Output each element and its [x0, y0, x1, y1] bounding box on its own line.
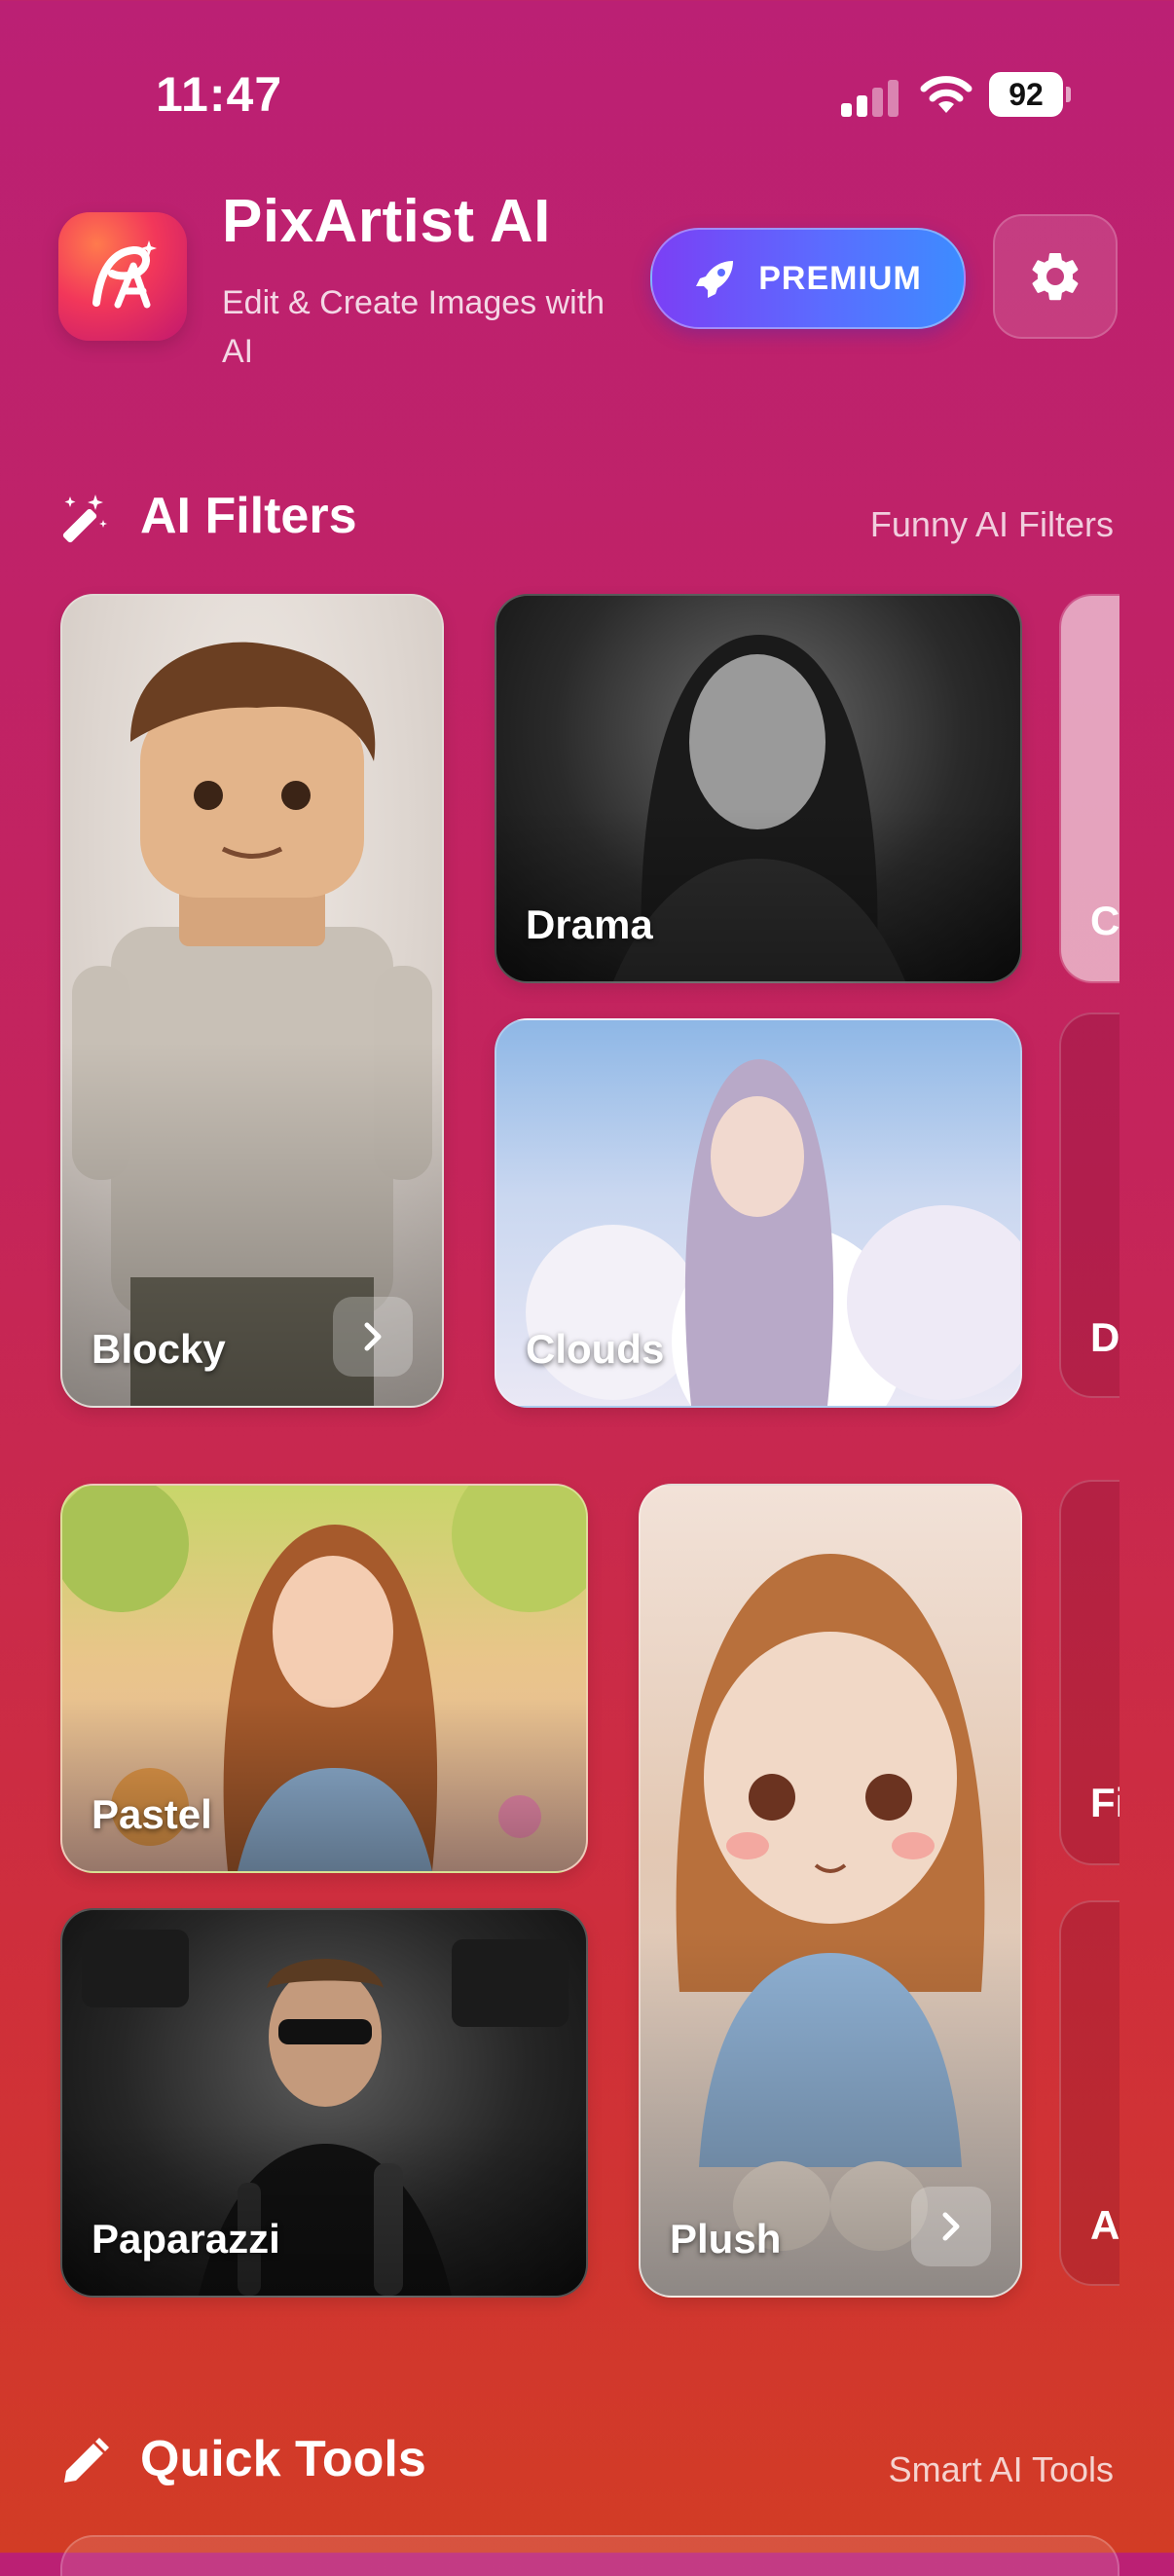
premium-button[interactable]: PREMIUM	[650, 228, 966, 329]
filter-card-peek[interactable]: Fi	[1059, 1480, 1119, 1865]
filter-card-clouds[interactable]: Clouds	[495, 1018, 1022, 1408]
filter-card-peek[interactable]: C	[1059, 594, 1119, 983]
pencil-icon	[64, 2438, 109, 2483]
filter-card-plush[interactable]: Plush	[639, 1484, 1022, 2298]
funny-ai-filters-link[interactable]: Funny AI Filters	[870, 504, 1114, 545]
wand-icon	[62, 495, 107, 543]
quick-tool-card[interactable]	[60, 2535, 1119, 2576]
gear-icon	[1032, 252, 1079, 301]
cellular-signal-icon	[841, 76, 899, 117]
pa-logo-icon	[92, 240, 157, 309]
filter-card-blocky[interactable]: Blocky	[60, 594, 444, 1408]
chevron-right-icon[interactable]	[333, 1297, 413, 1377]
premium-label: PREMIUM	[758, 259, 922, 297]
filter-card-pastel[interactable]: Pastel	[60, 1484, 588, 1873]
filter-card-paparazzi[interactable]: Paparazzi	[60, 1908, 588, 2298]
status-time: 11:47	[156, 67, 283, 122]
wifi-icon	[919, 74, 973, 117]
chevron-right-icon[interactable]	[911, 2187, 991, 2266]
settings-button[interactable]	[993, 214, 1118, 339]
app-subtitle: Edit & Create Images with AI	[222, 284, 605, 370]
filter-card-label: Drama	[526, 902, 653, 947]
app-title: PixArtist AI	[222, 188, 551, 255]
ai-filters-title: AI Filters	[140, 488, 357, 544]
filter-card-label: Clouds	[526, 1326, 665, 1372]
filter-card-peek[interactable]: A	[1059, 1900, 1119, 2286]
rocket-icon	[696, 261, 734, 298]
filter-card-label: Plush	[670, 2216, 782, 2262]
filter-card-peek[interactable]: D	[1059, 1012, 1119, 1398]
filter-card-label: Paparazzi	[92, 2216, 280, 2262]
smart-ai-tools-link[interactable]: Smart AI Tools	[889, 2449, 1114, 2490]
filter-card-drama[interactable]: Drama	[495, 594, 1022, 983]
quick-tools-title: Quick Tools	[140, 2431, 426, 2487]
battery-indicator: 92	[989, 72, 1071, 117]
filter-card-label: Pastel	[92, 1791, 212, 1837]
app-logo	[58, 212, 187, 341]
filter-card-label: Blocky	[92, 1326, 226, 1372]
